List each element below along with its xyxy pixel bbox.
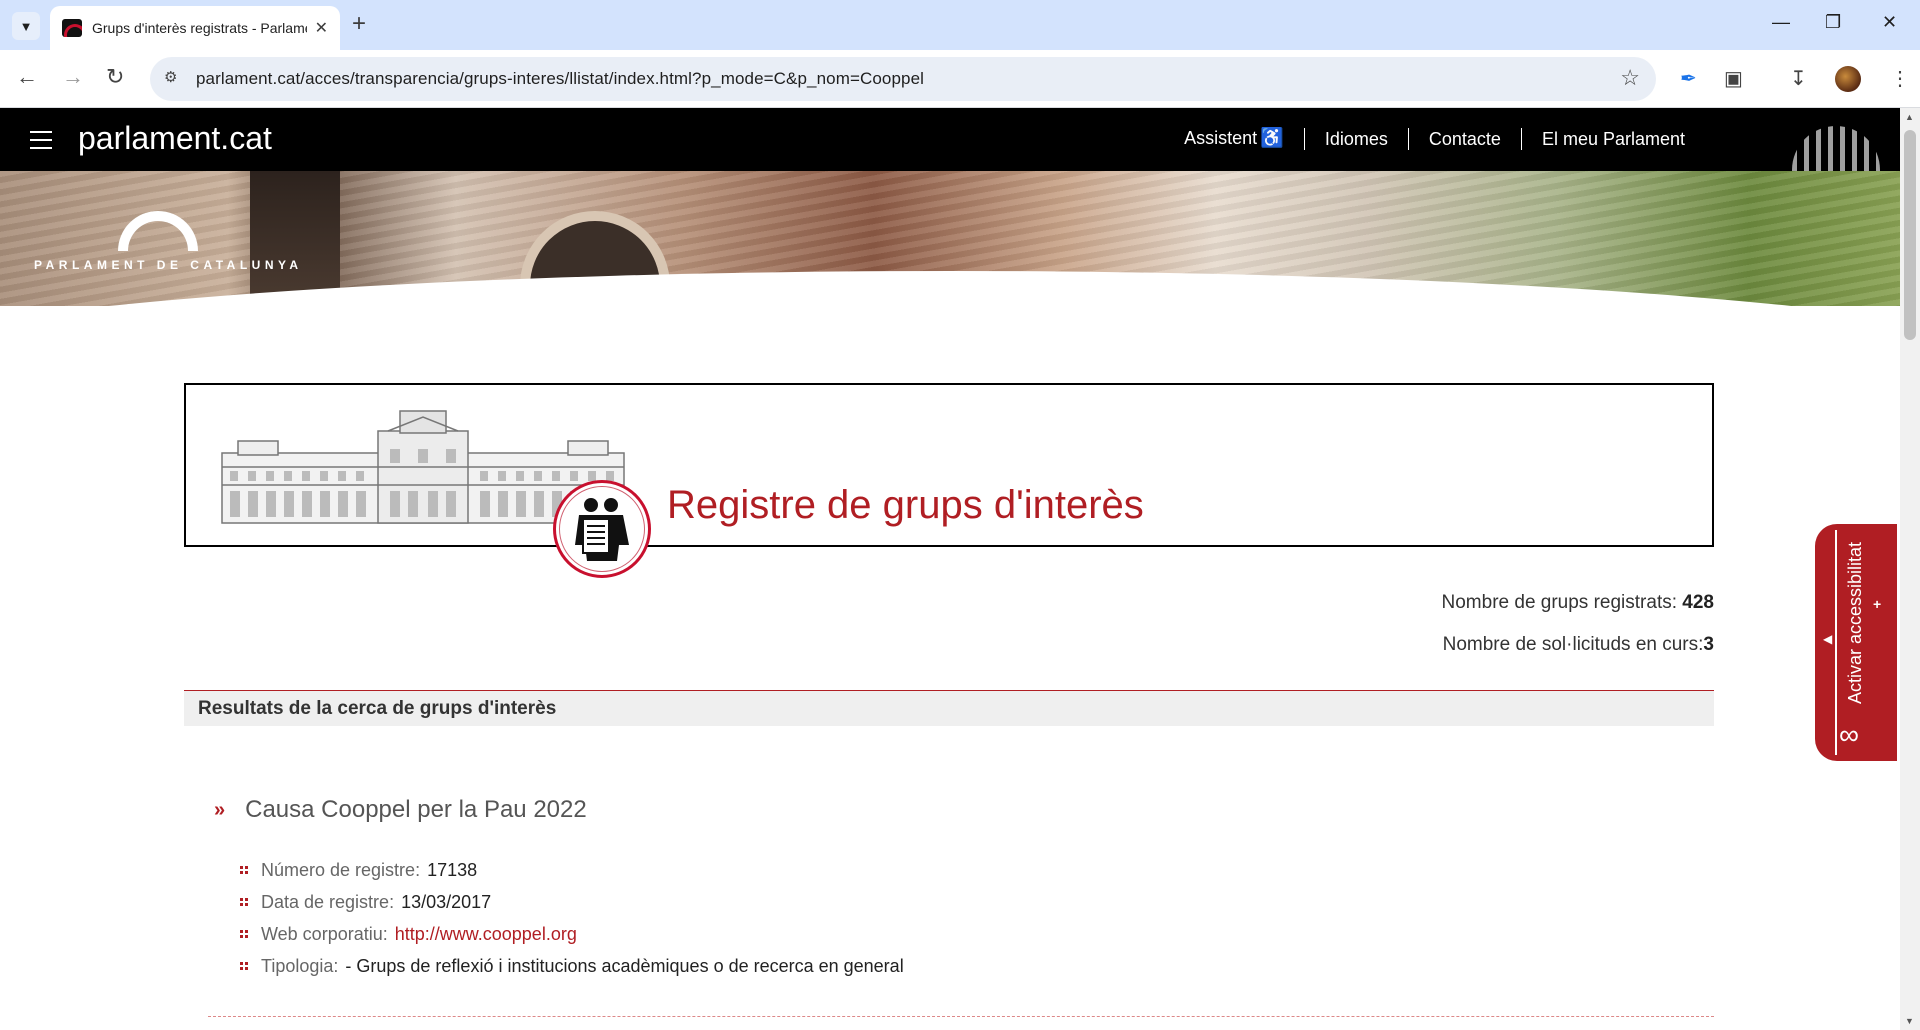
- bullet-icon: [240, 930, 249, 939]
- forward-icon[interactable]: →: [62, 64, 84, 90]
- nav-contacte[interactable]: Contacte: [1407, 127, 1521, 150]
- parlament-logo-text[interactable]: PARLAMENT DE CATALUNYA: [34, 258, 303, 272]
- results-divider: [208, 1016, 1714, 1017]
- hamburger-menu-icon[interactable]: [30, 131, 52, 149]
- profile-avatar[interactable]: [1835, 66, 1861, 92]
- accessibility-toggle[interactable]: ◀ + Activar accessibilitat ∞: [1815, 524, 1897, 761]
- accessibility-label: Activar accessibilitat: [1845, 541, 1865, 704]
- result-item-title[interactable]: » Causa Cooppel per la Pau 2022: [214, 796, 587, 824]
- url-text[interactable]: parlament.cat/acces/transparencia/grups-…: [196, 69, 924, 89]
- bullet-icon: [240, 866, 249, 875]
- detail-label: Web corporatiu:: [261, 924, 388, 944]
- bookmark-star-icon[interactable]: ☆: [1620, 65, 1640, 91]
- site-header: parlament.cat Assistent ♿ Idiomes Contact…: [0, 108, 1900, 171]
- scrollbar-thumb[interactable]: [1904, 130, 1916, 340]
- back-icon[interactable]: ←: [16, 64, 38, 90]
- results-heading: Resultats de la cerca de grups d'interès: [184, 690, 1714, 726]
- download-icon[interactable]: ↧: [1790, 66, 1807, 91]
- nav-idiomes[interactable]: Idiomes: [1303, 127, 1408, 150]
- detail-value: 13/03/2017: [401, 892, 492, 912]
- new-tab-button[interactable]: +: [352, 10, 366, 38]
- browser-toolbar: ← → ↻ ⚙ parlament.cat/acces/transparenci…: [0, 50, 1920, 108]
- bullet-icon: [240, 898, 249, 907]
- extensions-puzzle-icon[interactable]: ▣: [1724, 66, 1743, 91]
- bullet-icon: [240, 962, 249, 971]
- detail-label: Tipologia:: [261, 956, 339, 976]
- plus-icon: +: [1873, 596, 1882, 612]
- reload-icon[interactable]: ↻: [106, 64, 124, 90]
- groups-count-label: Nombre de grups registrats:: [1441, 592, 1678, 613]
- tab-search-button[interactable]: ▼: [12, 12, 40, 40]
- parliament-emblem-icon: [1792, 126, 1880, 171]
- hero-window: [250, 171, 340, 301]
- requests-count: Nombre de sol·licituds en curs:3: [1443, 634, 1714, 656]
- address-bar[interactable]: ⚙ parlament.cat/acces/transparencia/grup…: [150, 57, 1656, 101]
- accessibility-logo-icon: ∞: [1839, 719, 1859, 750]
- detail-registry-date: Data de registre: 13/03/2017: [240, 892, 491, 913]
- lobby-registry-icon: [553, 480, 651, 578]
- requests-count-value: 3: [1703, 634, 1714, 655]
- scroll-down-icon[interactable]: ▼: [1905, 1016, 1914, 1026]
- close-icon[interactable]: ✕: [315, 18, 328, 38]
- parlament-favicon-icon: [62, 19, 82, 37]
- minimize-icon[interactable]: —: [1772, 12, 1790, 33]
- tab-title: Grups d'interès registrats - Parlament d…: [92, 20, 307, 36]
- detail-value: - Grups de reflexió i institucions acadè…: [345, 956, 904, 976]
- browser-tab[interactable]: Grups d'interès registrats - Parlament d…: [50, 6, 340, 50]
- registry-banner: Registre de grups d'interès: [184, 383, 1714, 578]
- page-title: Registre de grups d'interès: [667, 483, 1144, 527]
- nav-el-meu-parlament[interactable]: El meu Parlament: [1520, 127, 1705, 150]
- page-scrollbar[interactable]: ▲ ▼: [1900, 108, 1920, 1030]
- extension-pen-icon[interactable]: ✒: [1680, 66, 1697, 91]
- site-info-icon[interactable]: ⚙: [164, 68, 186, 90]
- top-navigation: Assistent ♿ Idiomes Contacte El meu Parla…: [1164, 127, 1705, 150]
- detail-website: Web corporatiu: http://www.cooppel.org: [240, 924, 577, 945]
- groups-count: Nombre de grups registrats: 428: [1442, 592, 1714, 614]
- double-chevron-right-icon: »: [214, 798, 226, 821]
- chevron-down-icon: ▼: [19, 18, 33, 34]
- triangle-left-icon: ◀: [1823, 632, 1833, 646]
- requests-count-label: Nombre de sol·licituds en curs:: [1442, 634, 1704, 655]
- detail-typology: Tipologia: - Grups de reflexió i institu…: [240, 956, 904, 977]
- website-link[interactable]: http://www.cooppel.org: [395, 924, 577, 945]
- hero-image: PARLAMENT DE CATALUNYA: [0, 171, 1900, 306]
- window-close-icon[interactable]: ✕: [1882, 12, 1897, 33]
- site-title[interactable]: parlament.cat: [78, 120, 272, 157]
- browser-tabbar: ▼ Grups d'interès registrats - Parlament…: [0, 0, 1920, 50]
- more-menu-icon[interactable]: ⋮: [1890, 66, 1910, 91]
- restore-icon[interactable]: ❐: [1825, 12, 1841, 33]
- scroll-up-icon[interactable]: ▲: [1905, 112, 1914, 122]
- wheelchair-icon: ♿: [1260, 128, 1284, 149]
- detail-value: 17138: [427, 860, 478, 880]
- groups-count-value: 428: [1682, 592, 1714, 613]
- detail-label: Data de registre:: [261, 892, 395, 912]
- detail-label: Número de registre:: [261, 860, 421, 880]
- detail-registry-number: Número de registre: 17138: [240, 860, 477, 881]
- nav-assistent[interactable]: Assistent ♿: [1164, 127, 1304, 150]
- nav-assistent-label: Assistent: [1184, 128, 1258, 148]
- result-name[interactable]: Causa Cooppel per la Pau 2022: [245, 796, 587, 824]
